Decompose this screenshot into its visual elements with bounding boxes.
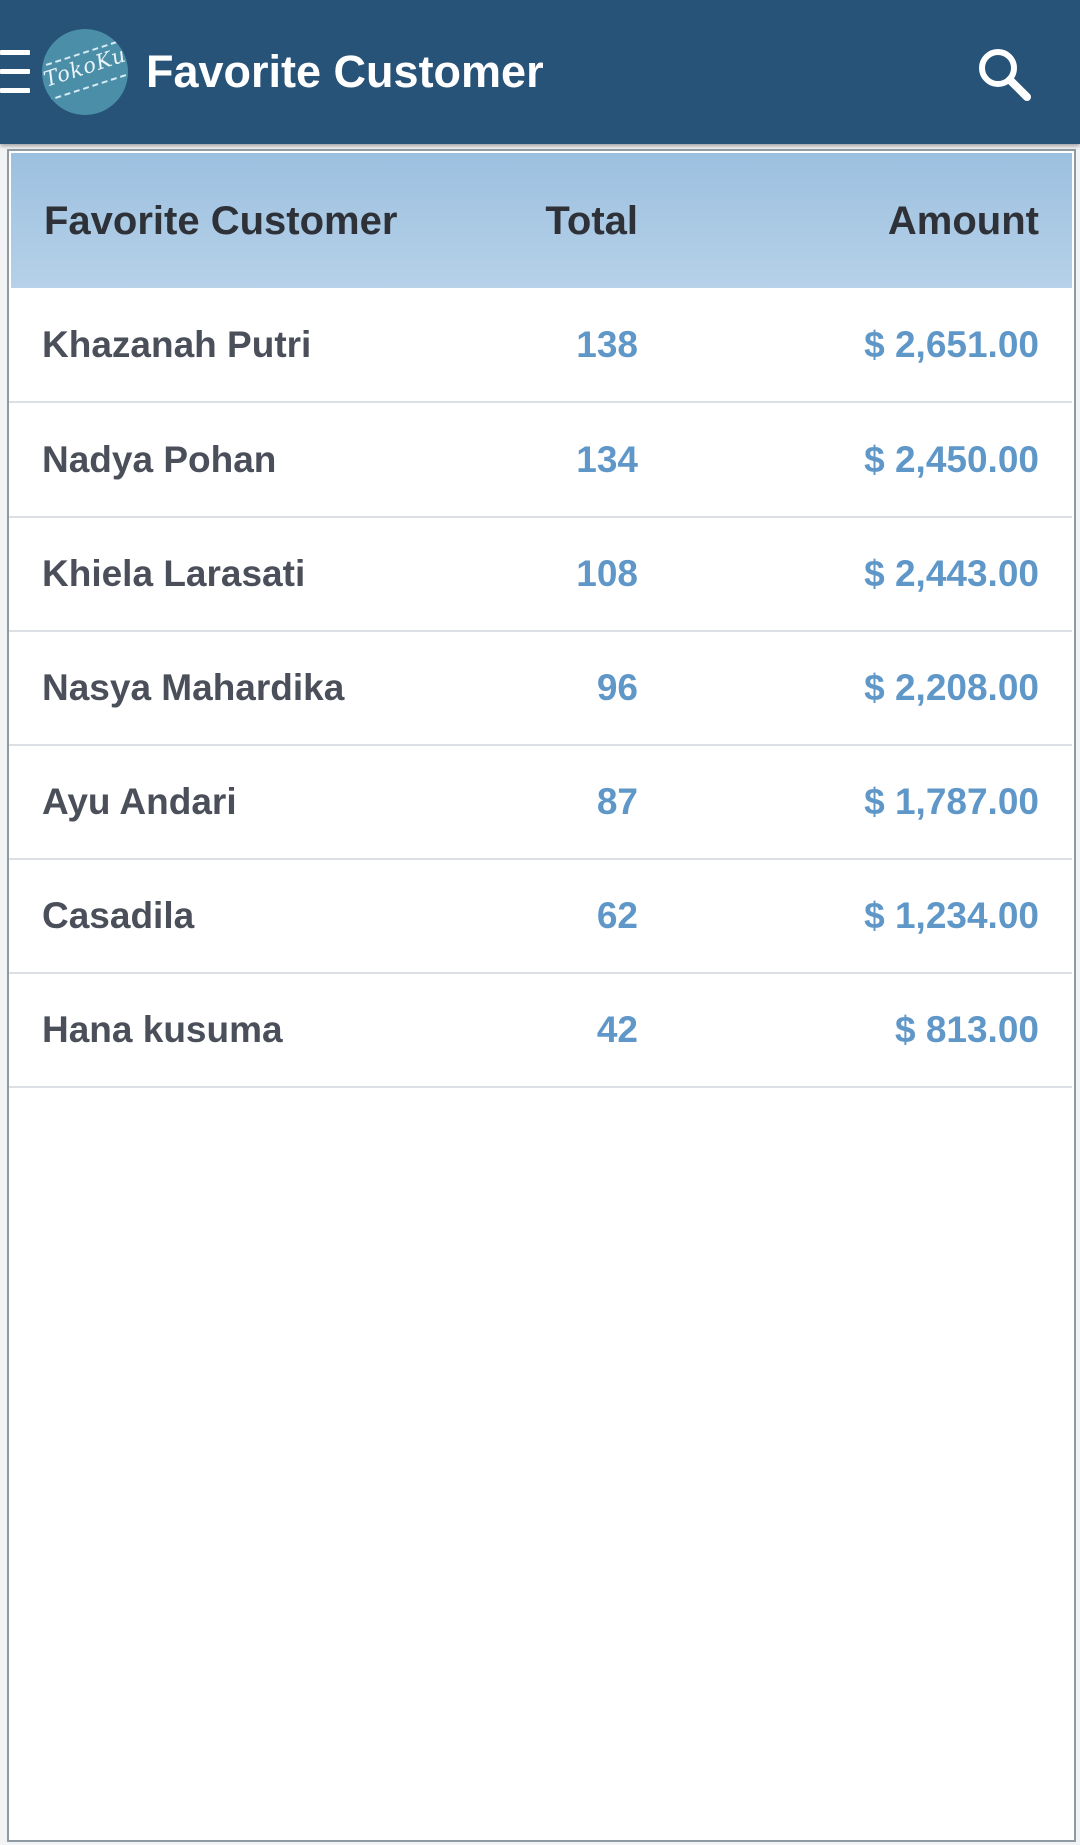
table-row[interactable]: Khazanah Putri 138 $ 2,651.00 [9,288,1072,403]
customer-amount: $ 2,443.00 [864,553,1039,594]
customer-total: 62 [596,895,638,936]
customer-name: Khiela Larasati [42,553,306,594]
table-row[interactable]: Casadila 62 $ 1,234.00 [9,859,1072,974]
customer-amount: $ 2,651.00 [864,324,1039,365]
customer-amount: $ 813.00 [894,1009,1039,1050]
customer-name: Ayu Andari [42,781,237,822]
customer-total: 87 [596,781,638,822]
customer-total: 42 [596,1009,638,1050]
customer-total: 96 [596,667,638,708]
customer-name: Nasya Mahardika [42,667,345,708]
table-row[interactable]: Hana kusuma 42 $ 813.00 [9,973,1072,1088]
column-header-amount: Amount [887,199,1039,243]
customer-name: Casadila [42,895,195,936]
customer-amount: $ 1,787.00 [864,781,1039,822]
table-row[interactable]: Ayu Andari 87 $ 1,787.00 [9,745,1072,860]
app-logo: TokoKu [42,29,128,115]
table-row[interactable]: Nadya Pohan 134 $ 2,450.00 [9,403,1072,518]
customer-amount: $ 1,234.00 [864,895,1039,936]
customer-name: Hana kusuma [42,1009,283,1050]
customer-name: Khazanah Putri [42,324,312,365]
search-icon[interactable] [976,46,1032,102]
table-header: Favorite Customer Total Amount [11,153,1072,288]
app-bar: TokoKu Favorite Customer [0,0,1080,144]
customer-total: 138 [576,324,638,365]
page-title: Favorite Customer [146,46,544,97]
logo-text: TokoKu [42,42,128,92]
column-header-name: Favorite Customer [44,199,398,243]
customer-total: 134 [576,439,638,480]
favorite-customer-table: Favorite Customer Total Amount Khazanah … [7,149,1076,1842]
column-header-total: Total [545,199,638,243]
menu-icon[interactable] [0,50,30,94]
customer-amount: $ 2,450.00 [864,439,1039,480]
customer-amount: $ 2,208.00 [864,667,1039,708]
table-row[interactable]: Khiela Larasati 108 $ 2,443.00 [9,517,1072,632]
customer-name: Nadya Pohan [42,439,277,480]
customer-total: 108 [576,553,638,594]
table-row[interactable]: Nasya Mahardika 96 $ 2,208.00 [9,631,1072,746]
